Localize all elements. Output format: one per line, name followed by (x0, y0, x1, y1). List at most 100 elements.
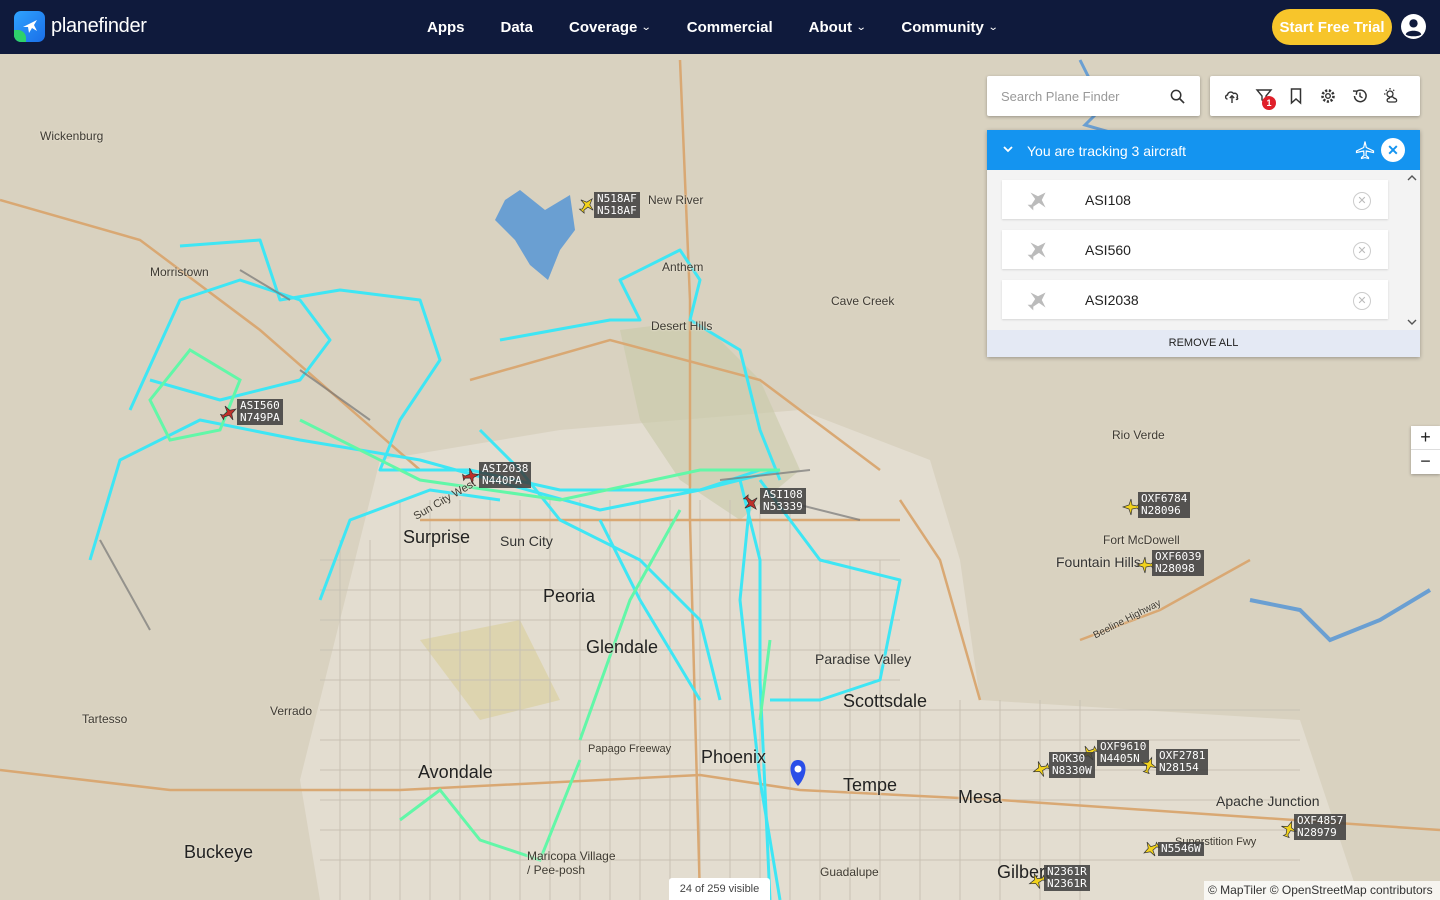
chevron-down-icon: ⌄ (987, 21, 999, 33)
road-label: Papago Freeway (588, 743, 672, 755)
aircraft-label[interactable]: ASI108 N53339 (760, 488, 806, 514)
nav-apps[interactable]: Apps (427, 19, 465, 36)
weather-icon[interactable] (1383, 87, 1401, 105)
nav-commercial-label: Commercial (686, 18, 773, 36)
search-input[interactable] (987, 76, 1167, 116)
history-icon[interactable] (1351, 87, 1369, 105)
aircraft-label[interactable]: ASI2038 N440PA (479, 462, 532, 488)
map-toolbar: 1 (1210, 76, 1420, 116)
tracked-aircraft-icon[interactable] (220, 404, 238, 422)
plane-icon (1027, 292, 1046, 311)
tracked-aircraft-item[interactable]: ASI2038 ✕ (1002, 280, 1388, 319)
place-label: Peoria (543, 586, 596, 606)
zoom-out-button[interactable]: − (1411, 450, 1440, 474)
zoom-in-button[interactable]: + (1411, 426, 1440, 450)
aircraft-icon[interactable] (1032, 760, 1050, 778)
place-label: Tempe (843, 775, 898, 795)
place-label: Desert Hills (651, 319, 713, 333)
map-attribution[interactable]: © MapTiler © OpenStreetMap contributors (1204, 881, 1440, 900)
place-label: Surprise (403, 527, 471, 547)
aircraft-label[interactable]: OXF4857 N28979 (1294, 814, 1347, 840)
aircraft-label[interactable]: N5546W (1158, 842, 1204, 856)
place-label: Morristown (150, 265, 209, 279)
tracking-panel: You are tracking 3 aircraft ✕ ASI108 ✕ A… (987, 130, 1420, 357)
nav-commercial[interactable]: Commercial (687, 19, 773, 36)
place-label: Verrado (270, 704, 313, 718)
chevron-down-icon[interactable] (1001, 142, 1015, 156)
brand-name: planefinder (51, 15, 147, 37)
nav-coverage[interactable]: Coverage ⌄ (569, 18, 653, 36)
aircraft-reg: N2361R (1047, 877, 1087, 890)
user-account-icon[interactable] (1401, 14, 1426, 39)
nav-community[interactable]: Community ⌄ (901, 19, 999, 36)
aircraft-label[interactable]: ASI560 N749PA (237, 399, 283, 425)
aircraft-reg: N518AF (597, 204, 637, 217)
tracked-aircraft-icon[interactable] (742, 494, 760, 512)
place-label: Maricopa Village / Pee-posh (527, 849, 616, 877)
start-free-trial-button[interactable]: Start Free Trial (1272, 9, 1392, 45)
tracking-title: You are tracking 3 aircraft (1027, 143, 1187, 159)
tracked-aircraft-icon[interactable] (462, 467, 480, 485)
nav-coverage-label: Coverage (569, 18, 638, 36)
aircraft-reg: N8330W (1052, 764, 1092, 777)
settings-icon[interactable] (1319, 87, 1337, 105)
place-label: Avondale (418, 762, 493, 782)
aircraft-label[interactable]: N2361R N2361R (1044, 865, 1090, 891)
nav-apps-label: Apps (427, 18, 465, 36)
place-label: Phoenix (701, 747, 767, 767)
place-label: Guadalupe (820, 865, 879, 879)
remove-aircraft-button[interactable]: ✕ (1353, 192, 1371, 210)
tracked-aircraft-item[interactable]: ASI108 ✕ (1002, 180, 1388, 219)
search-box (987, 76, 1200, 116)
nav-data-label: Data (500, 18, 534, 36)
remove-all-button[interactable]: REMOVE ALL (987, 330, 1420, 357)
place-label: Fort McDowell (1103, 533, 1180, 547)
aircraft-label[interactable]: OXF6039 N28098 (1152, 550, 1205, 576)
tracking-panel-header: You are tracking 3 aircraft ✕ (987, 130, 1420, 170)
aircraft-reg: N53339 (763, 500, 803, 513)
main-nav: Apps Data Coverage ⌄ Commercial About ⌄ Co… (427, 0, 1033, 54)
remove-aircraft-button[interactable]: ✕ (1353, 242, 1371, 260)
place-label: Paradise Valley (815, 651, 912, 667)
place-label: Buckeye (184, 842, 254, 862)
aircraft-reg: N28098 (1155, 562, 1195, 575)
search-icon[interactable] (1170, 89, 1185, 104)
aircraft-label[interactable]: N518AF N518AF (594, 192, 640, 218)
bookmark-icon[interactable] (1287, 87, 1305, 105)
scroll-up-icon[interactable] (1407, 173, 1417, 183)
place-label: Sun City (500, 533, 553, 549)
place-label: Mesa (958, 787, 1003, 807)
aircraft-label[interactable]: ROK30 N8330W (1049, 752, 1095, 778)
place-label: Fountain Hills (1056, 554, 1141, 570)
tracked-aircraft-label: ASI2038 (1085, 292, 1139, 308)
filter-icon[interactable]: 1 (1255, 87, 1276, 110)
place-label: Rio Verde (1112, 428, 1165, 442)
plane-icon (1027, 242, 1046, 261)
place-label: New River (648, 193, 704, 207)
chevron-down-icon: ⌄ (641, 21, 653, 33)
tracked-aircraft-list[interactable]: ASI108 ✕ ASI560 ✕ ASI2038 ✕ (987, 170, 1420, 330)
nav-data[interactable]: Data (501, 19, 534, 36)
scroll-down-icon[interactable] (1407, 317, 1417, 327)
tracked-aircraft-label: ASI108 (1085, 192, 1131, 208)
filter-count-badge: 1 (1262, 96, 1276, 110)
tracked-aircraft-item[interactable]: ASI560 ✕ (1002, 230, 1388, 269)
aircraft-label[interactable]: OXF6784 N28096 (1138, 492, 1191, 518)
aircraft-reg: N749PA (240, 411, 280, 424)
remove-aircraft-button[interactable]: ✕ (1353, 292, 1371, 310)
plane-outline-icon[interactable] (1355, 140, 1375, 160)
zoom-control: + − (1411, 426, 1440, 474)
chevron-down-icon: ⌄ (855, 21, 867, 33)
place-label: Tartesso (82, 712, 128, 726)
visible-aircraft-count: 24 of 259 visible (669, 878, 770, 900)
place-label: Scottsdale (843, 691, 928, 711)
aircraft-reg: N28154 (1159, 761, 1199, 774)
top-navbar: planefinder Apps Data Coverage ⌄ Commerci… (0, 0, 1440, 54)
close-tracking-button[interactable]: ✕ (1381, 138, 1405, 162)
aircraft-label[interactable]: OXF2781 N28154 (1156, 749, 1209, 775)
brand-logo[interactable]: planefinder (14, 11, 147, 42)
upload-cloud-icon[interactable] (1223, 87, 1241, 105)
place-label: Cave Creek (831, 294, 895, 308)
nav-about[interactable]: About ⌄ (809, 19, 867, 36)
place-label: Anthem (662, 260, 704, 274)
